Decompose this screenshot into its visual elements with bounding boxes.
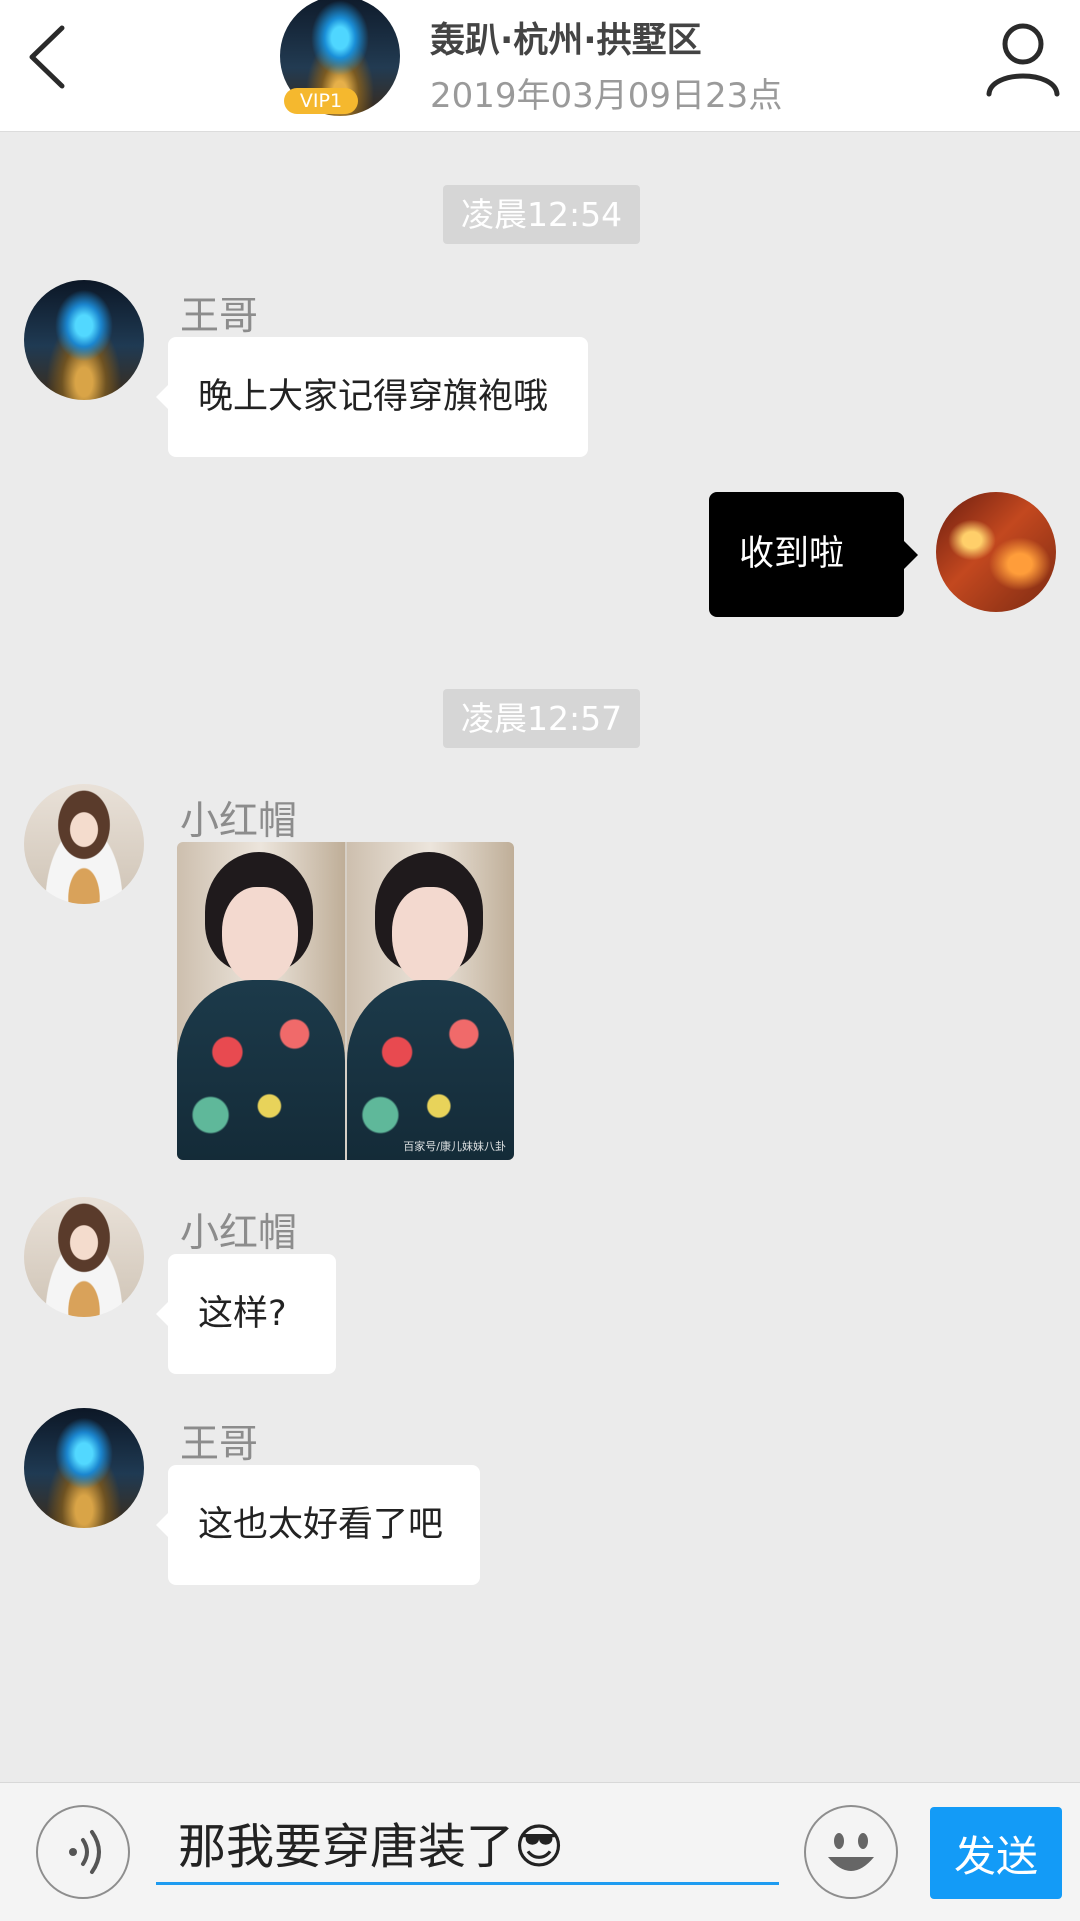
avatar[interactable] <box>24 1197 144 1317</box>
chat-title: 轰趴·杭州·拱墅区 <box>430 21 702 61</box>
photo-right <box>344 842 514 1160</box>
sender-name: 王哥 <box>180 294 259 339</box>
emoji-button[interactable] <box>804 1805 898 1899</box>
avatar[interactable] <box>24 1408 144 1528</box>
chat-header: VIP1 轰趴·杭州·拱墅区 2019年03月09日23点 <box>0 0 1080 132</box>
avatar[interactable] <box>24 784 144 904</box>
message-bubble[interactable]: 这也太好看了吧 <box>156 1465 480 1585</box>
photo-watermark: 百家号/康儿妹妹八卦 <box>403 1140 506 1153</box>
avatar[interactable] <box>24 280 144 400</box>
avatar[interactable] <box>936 492 1056 612</box>
emoji-smile-icon <box>828 1833 874 1871</box>
message-input[interactable]: 那我要穿唐装了😎 <box>156 1809 779 1885</box>
message-input-value: 那我要穿唐装了 <box>178 1819 515 1875</box>
chat-subtitle: 2019年03月09日23点 <box>430 76 783 116</box>
time-divider: 凌晨12:57 <box>443 689 641 748</box>
send-button[interactable]: 发送 <box>930 1807 1062 1899</box>
sunglasses-emoji: 😎 <box>514 1819 565 1875</box>
input-bar: 那我要穿唐装了😎 发送 <box>0 1782 1080 1921</box>
message-bubble[interactable]: 这样? <box>156 1254 336 1374</box>
sender-name: 王哥 <box>180 1422 259 1467</box>
user-profile-button[interactable] <box>983 18 1063 98</box>
my-message-bubble[interactable]: 收到啦 <box>709 492 918 617</box>
back-button[interactable] <box>22 22 82 92</box>
photo-left <box>177 842 345 1160</box>
voice-button[interactable] <box>36 1805 130 1899</box>
user-icon <box>986 23 1060 97</box>
voice-icon <box>69 1830 101 1874</box>
sender-name: 小红帽 <box>180 1211 298 1256</box>
time-divider: 凌晨12:54 <box>443 185 641 244</box>
chevron-left-icon <box>29 25 65 89</box>
message-bubble[interactable]: 晚上大家记得穿旗袍哦 <box>156 337 588 457</box>
sender-name: 小红帽 <box>180 799 298 844</box>
vip-badge: VIP1 <box>284 88 358 114</box>
image-message[interactable]: 百家号/康儿妹妹八卦 <box>177 842 514 1160</box>
